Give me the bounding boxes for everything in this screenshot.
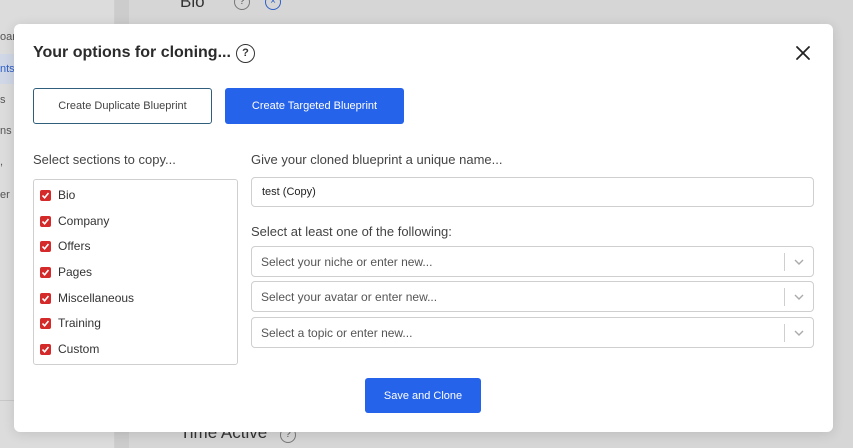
- chevron-down-icon[interactable]: [792, 256, 806, 268]
- create-targeted-blueprint-button[interactable]: Create Targeted Blueprint: [225, 88, 404, 124]
- checkbox-checked-icon[interactable]: [40, 317, 51, 329]
- background-nav-item: ,: [0, 156, 4, 168]
- section-item-miscellaneous[interactable]: Miscellaneous: [40, 291, 134, 305]
- section-item-pages[interactable]: Pages: [40, 265, 92, 279]
- niche-select[interactable]: Select your niche or enter new...: [251, 246, 814, 277]
- avatar-select[interactable]: Select your avatar or enter new...: [251, 281, 814, 312]
- sections-label: Select sections to copy...: [33, 152, 176, 167]
- chevron-down-icon[interactable]: [792, 327, 806, 339]
- blueprint-name-input[interactable]: [251, 177, 814, 207]
- checkbox-checked-icon[interactable]: [40, 215, 51, 227]
- section-item-label: Bio: [58, 188, 76, 202]
- chevron-down-icon[interactable]: [792, 291, 806, 303]
- checkbox-checked-icon[interactable]: [40, 189, 51, 201]
- section-item-company[interactable]: Company: [40, 214, 109, 228]
- select-divider: [784, 324, 785, 342]
- section-item-label: Miscellaneous: [58, 291, 135, 305]
- checkbox-checked-icon[interactable]: [40, 266, 51, 278]
- background-nav-item: ns: [0, 125, 12, 137]
- section-item-label: Custom: [58, 342, 100, 356]
- select-required-label: Select at least one of the following:: [251, 224, 452, 239]
- topic-select[interactable]: Select a topic or enter new...: [251, 317, 814, 348]
- background-close-circle-icon: ×: [265, 0, 281, 10]
- close-icon[interactable]: [794, 44, 812, 62]
- sections-list: Bio Company Offers Pages Miscellaneous T…: [33, 179, 238, 365]
- save-and-clone-button[interactable]: Save and Clone: [365, 378, 481, 413]
- create-duplicate-blueprint-button[interactable]: Create Duplicate Blueprint: [33, 88, 212, 124]
- background-nav-item: s: [0, 94, 6, 106]
- select-divider: [784, 288, 785, 306]
- section-item-training[interactable]: Training: [40, 316, 101, 330]
- checkbox-checked-icon[interactable]: [40, 240, 51, 252]
- blueprint-name-label: Give your cloned blueprint a unique name…: [251, 152, 503, 167]
- niche-select-placeholder: Select your niche or enter new...: [261, 255, 433, 269]
- section-item-label: Company: [58, 214, 110, 228]
- modal-title: Your options for cloning...: [33, 44, 231, 61]
- background-help-icon: ?: [234, 0, 250, 10]
- section-item-bio[interactable]: Bio: [40, 188, 75, 202]
- section-item-custom[interactable]: Custom: [40, 342, 99, 356]
- background-nav-item: er: [0, 189, 10, 201]
- section-item-label: Pages: [58, 265, 93, 279]
- background-heading-bio: Bio: [180, 0, 205, 11]
- section-item-label: Offers: [58, 239, 91, 253]
- topic-select-placeholder: Select a topic or enter new...: [261, 326, 413, 340]
- section-item-label: Training: [58, 316, 101, 330]
- checkbox-checked-icon[interactable]: [40, 292, 51, 304]
- section-item-offers[interactable]: Offers: [40, 239, 90, 253]
- avatar-select-placeholder: Select your avatar or enter new...: [261, 290, 438, 304]
- background-nav-item-active: nts: [0, 63, 15, 75]
- checkbox-checked-icon[interactable]: [40, 343, 51, 355]
- select-divider: [784, 253, 785, 271]
- clone-options-modal: Your options for cloning... ? Create Dup…: [14, 24, 833, 432]
- help-icon[interactable]: ?: [236, 44, 255, 63]
